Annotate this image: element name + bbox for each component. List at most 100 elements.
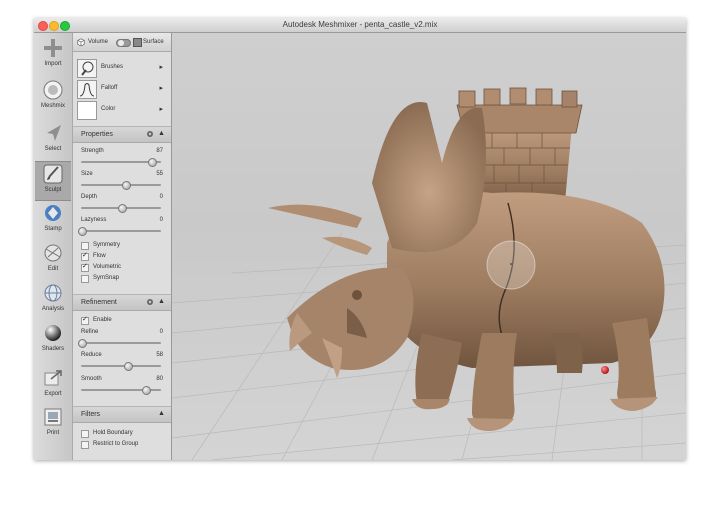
shaders-tool[interactable]: Shaders (35, 321, 71, 359)
hold-boundary-label: Hold Boundary (93, 430, 133, 436)
slider-knob[interactable] (142, 386, 151, 395)
sculpt-panel: Volume Surface Brushes ▸ Falloff ▸ Color… (73, 33, 172, 460)
mode-toggle-bar: Volume Surface (73, 33, 171, 52)
strength-value: 87 (156, 148, 163, 154)
falloff-label: Falloff (101, 85, 118, 91)
refine-label: Refine (81, 329, 99, 335)
lazyness-label: Lazyness (81, 217, 107, 223)
analysis-tool-label: Analysis (41, 306, 65, 312)
reduce-label: Reduce (81, 352, 102, 358)
chevron-right-icon: ▸ (159, 64, 163, 71)
symmetry-label: Symmetry (93, 242, 120, 248)
falloff-selector[interactable]: Falloff ▸ (73, 79, 171, 99)
analysis-tool[interactable]: Analysis (35, 281, 71, 319)
color-label: Color (101, 106, 116, 112)
mode-toggle-switch[interactable] (116, 39, 131, 47)
sculpt-tool[interactable]: Sculpt (35, 161, 71, 201)
depth-label: Depth (81, 194, 98, 200)
scene-canvas[interactable] (172, 33, 686, 460)
surface-mode-label[interactable]: Surface (143, 39, 164, 45)
collapse-up-icon[interactable]: ▲ (158, 130, 165, 137)
size-slider[interactable] (81, 181, 161, 190)
slider-knob[interactable] (147, 158, 157, 167)
sculpt-tool-label: Sculpt (44, 187, 62, 193)
smooth-label: Smooth (81, 376, 102, 382)
select-tool[interactable]: Select (35, 121, 71, 159)
gear-icon[interactable] (146, 298, 154, 306)
slider-knob[interactable] (118, 204, 127, 213)
volume-mode-label[interactable]: Volume (88, 39, 108, 45)
surface-mode-icon (133, 38, 142, 47)
smooth-value: 80 (156, 376, 163, 382)
checkmark-icon: ✓ (82, 252, 88, 259)
volumetric-label: Volumetric (93, 264, 122, 270)
hold-boundary-checkbox[interactable] (81, 430, 89, 438)
slider-knob[interactable] (78, 339, 87, 348)
print-tool[interactable]: Print (35, 405, 71, 443)
main-toolbar: Import Meshmix Select Sculpt Stamp Edit … (34, 33, 73, 460)
window-title: Autodesk Meshmixer - penta_castle_v2.mix (282, 20, 438, 29)
slider-knob[interactable] (122, 181, 131, 190)
import-tool[interactable]: Import (35, 36, 71, 74)
lazyness-slider[interactable] (78, 227, 161, 236)
3d-viewport[interactable] (172, 33, 686, 460)
slider-knob[interactable] (124, 362, 134, 371)
stamp-tool[interactable]: Stamp (35, 201, 71, 239)
shader-sphere-icon (45, 325, 61, 341)
smooth-slider[interactable] (81, 386, 161, 395)
export-tool[interactable]: Export (35, 366, 71, 404)
strength-slider[interactable] (81, 158, 161, 167)
brushes-label: Brushes (101, 64, 124, 70)
brush-cursor-center (510, 263, 512, 265)
flow-label: Flow (93, 253, 106, 259)
depth-slider[interactable] (81, 204, 161, 213)
meshmix-tool[interactable]: Meshmix (35, 78, 71, 116)
edit-tool-label: Edit (47, 266, 59, 272)
strength-label: Strength (81, 148, 104, 154)
reduce-value: 58 (156, 352, 163, 358)
depth-value: 0 (159, 194, 163, 200)
collapse-up-icon[interactable]: ▲ (158, 298, 165, 305)
refinement-header[interactable]: Refinement ▲ (73, 294, 171, 311)
filters-title: Filters (81, 411, 101, 418)
meshmix-icon (43, 80, 63, 100)
app-window: Autodesk Meshmixer - penta_castle_v2.mix… (34, 18, 686, 460)
brush-icon (43, 164, 63, 184)
symmetry-checkbox[interactable] (81, 242, 89, 250)
flow-checkbox[interactable]: ✓ (81, 252, 89, 261)
color-swatch (77, 101, 97, 120)
analysis-globe-icon (44, 284, 62, 302)
checkmark-icon: ✓ (82, 263, 88, 270)
enable-refinement-checkbox[interactable]: ✓ (81, 316, 89, 325)
refine-slider[interactable] (78, 339, 161, 348)
import-tool-label: Import (44, 61, 62, 67)
properties-header[interactable]: Properties ▲ (73, 126, 171, 143)
properties-title: Properties (81, 131, 113, 138)
lazyness-value: 0 (159, 217, 163, 223)
color-selector[interactable]: Color ▸ (73, 100, 171, 120)
shaders-tool-label: Shaders (41, 346, 65, 352)
stamp-icon (45, 205, 61, 221)
plus-icon (44, 39, 62, 57)
chevron-right-icon: ▸ (159, 106, 163, 113)
volumetric-checkbox[interactable]: ✓ (81, 263, 89, 272)
restrict-to-group-checkbox[interactable] (81, 441, 89, 449)
print-tool-label: Print (46, 430, 60, 436)
slider-knob[interactable] (78, 227, 87, 236)
collapse-up-icon[interactable]: ▲ (158, 410, 165, 417)
size-label: Size (81, 171, 93, 177)
printer-icon (44, 408, 62, 426)
edit-tool[interactable]: Edit (35, 241, 71, 279)
pivot-marker[interactable] (601, 366, 609, 374)
export-icon (44, 370, 62, 386)
stamp-tool-label: Stamp (44, 226, 62, 232)
brushes-selector[interactable]: Brushes ▸ (73, 58, 171, 78)
refine-value: 0 (159, 329, 163, 335)
symsnap-checkbox[interactable] (81, 275, 89, 283)
select-tool-label: Select (44, 146, 62, 152)
refinement-title: Refinement (81, 299, 117, 306)
filters-header[interactable]: Filters ▲ (73, 406, 171, 423)
gear-icon[interactable] (146, 130, 154, 138)
restrict-to-group-label: Restrict to Group (93, 441, 139, 447)
reduce-slider[interactable] (81, 362, 161, 371)
